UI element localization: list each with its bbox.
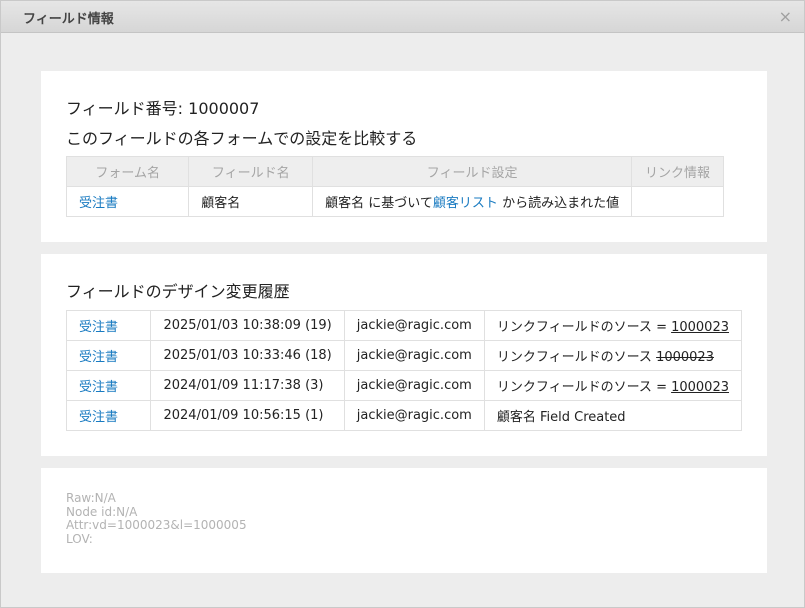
source-link[interactable]: 1000023	[671, 320, 729, 335]
change-text: リンクフィールドのソース =	[496, 320, 672, 335]
table-row: 受注書 2024/01/09 11:17:38 (3) jackie@ragic…	[65, 370, 743, 401]
dialog-titlebar[interactable]: フィールド情報 ×	[1, 1, 804, 33]
table-row: 受注書 2025/01/03 10:33:46 (18) jackie@ragi…	[65, 340, 743, 371]
datetime-cell: 2024/01/09 10:56:15 (1)	[150, 400, 345, 431]
compare-table: フォーム名 フィールド名 フィールド設定 リンク情報 受注書 顧客名 顧客名 に…	[65, 156, 724, 217]
attr-line: Attr:vd=1000023&l=1000005	[66, 518, 247, 532]
field-info-dialog: フィールド情報 × フィールド番号: 1000007 このフィールドの各フォーム…	[0, 0, 805, 608]
setting-text: 顧客名 に基づいて	[325, 196, 433, 211]
source-link[interactable]: 1000023	[671, 380, 729, 395]
compare-heading: このフィールドの各フォームでの設定を比較する	[66, 129, 418, 148]
user-cell: jackie@ragic.com	[343, 370, 485, 401]
compare-table-header: フォーム名 フィールド名 フィールド設定 リンク情報	[65, 156, 724, 187]
close-icon[interactable]: ×	[779, 7, 792, 27]
history-card: フィールドのデザイン変更履歴 受注書 2025/01/03 10:38:09 (…	[41, 254, 767, 456]
change-cell: リンクフィールドのソース = 1000023	[483, 370, 743, 401]
change-text: リンクフィールドのソース =	[496, 380, 672, 395]
user-cell: jackie@ragic.com	[343, 310, 485, 341]
user-cell: jackie@ragic.com	[343, 400, 485, 431]
table-row: 受注書 2025/01/03 10:38:09 (19) jackie@ragi…	[65, 310, 743, 341]
form-link[interactable]: 受注書	[79, 320, 118, 335]
table-row: 受注書 顧客名 顧客名 に基づいて顧客リスト から読み込まれた値	[65, 186, 724, 217]
raw-line: Raw:N/A	[66, 491, 116, 505]
form-link[interactable]: 受注書	[79, 380, 118, 395]
history-table: 受注書 2025/01/03 10:38:09 (19) jackie@ragi…	[65, 310, 743, 431]
node-id-line: Node id:N/A	[66, 504, 138, 519]
change-cell: リンクフィールドのソース = 1000023	[483, 310, 743, 341]
customer-list-link[interactable]: 顧客リスト	[433, 196, 498, 211]
form-link[interactable]: 受注書	[79, 196, 118, 211]
table-row: 受注書 2024/01/09 10:56:15 (1) jackie@ragic…	[65, 400, 743, 431]
lov-line: LOV:	[66, 531, 93, 546]
change-cell: リンクフィールドのソース 1000023	[483, 340, 743, 371]
change-text: リンクフィールドのソース	[496, 350, 657, 365]
user-cell: jackie@ragic.com	[343, 340, 485, 371]
field-name-cell: 顧客名	[188, 186, 314, 217]
field-number: フィールド番号: 1000007	[66, 99, 260, 118]
form-link[interactable]: 受注書	[79, 350, 118, 365]
col-field-setting: フィールド設定	[312, 156, 633, 187]
datetime-cell: 2024/01/09 11:17:38 (3)	[150, 370, 345, 401]
col-link-info: リンク情報	[631, 156, 724, 187]
col-field-name: フィールド名	[188, 156, 314, 187]
datetime-cell: 2025/01/03 10:33:46 (18)	[150, 340, 345, 371]
link-info-cell	[631, 186, 724, 217]
col-form-name: フォーム名	[65, 156, 190, 187]
datetime-cell: 2025/01/03 10:38:09 (19)	[150, 310, 345, 341]
raw-info-card: Raw:N/A Node id:N/A Attr:vd=1000023&l=10…	[41, 468, 767, 573]
setting-suffix: から読み込まれた値	[497, 196, 620, 211]
history-heading: フィールドのデザイン変更履歴	[66, 282, 290, 301]
change-text: 顧客名 Field Created	[496, 410, 626, 425]
field-compare-card: フィールド番号: 1000007 このフィールドの各フォームでの設定を比較する …	[41, 71, 767, 242]
removed-source: 1000023	[656, 350, 714, 365]
dialog-title: フィールド情報	[23, 12, 114, 27]
field-setting-cell: 顧客名 に基づいて顧客リスト から読み込まれた値	[312, 186, 633, 217]
raw-info: Raw:N/A Node id:N/A Attr:vd=1000023&l=10…	[66, 491, 247, 546]
change-cell: 顧客名 Field Created	[483, 400, 743, 431]
form-link[interactable]: 受注書	[79, 410, 118, 425]
